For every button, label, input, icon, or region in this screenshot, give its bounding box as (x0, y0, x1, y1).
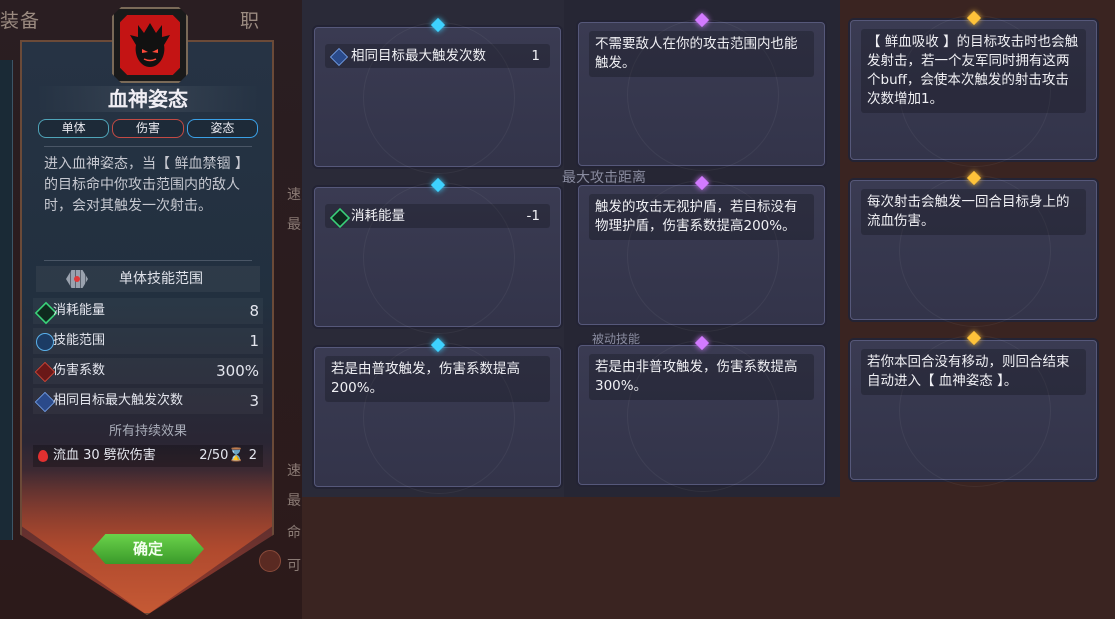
job-tab-label[interactable]: 职 (240, 6, 260, 33)
stat-label: 伤害系数 (53, 363, 106, 378)
card-text: 若你本回合没有移动，则回合结束自动进入【 血神姿态 】。 (861, 349, 1086, 395)
upgrade-card[interactable]: 若是由普攻触发，伤害系数提高200%。 (314, 337, 561, 494)
skill-portrait (112, 7, 188, 83)
range-label: 单体技能范围 (119, 271, 203, 287)
stat-row-range: 技能范围 1 (33, 328, 263, 354)
card-stat-value: -1 (526, 208, 540, 224)
scene-mid-label: 最大攻击距离 (562, 170, 646, 186)
multi-trigger-icon (329, 47, 349, 67)
card-text: 不需要敌人在你的攻击范围内也能触发。 (589, 31, 814, 77)
skill-description: 进入血神姿态，当【 鲜血禁锢 】的目标命中你攻击范围内的敌人时，会对其触发一次射… (44, 156, 249, 214)
energy-icon (329, 207, 351, 229)
card-stat: 相同目标最大触发次数 1 (325, 44, 550, 68)
effect-row-bleed[interactable]: 流血 30 劈砍伤害 2/50⌛ 2 (33, 445, 263, 467)
divider (44, 146, 252, 147)
scene-mid-label: 被动技能 (592, 332, 641, 346)
upgrade-card[interactable]: 触发的攻击无视护盾，若目标没有物理护盾，伤害系数提高200%。 (578, 175, 825, 332)
card-stat-value: 1 (531, 48, 540, 64)
scene-side-text: 速 (287, 187, 301, 203)
stat-row-multi-trigger: 相同目标最大触发次数 3 (33, 388, 263, 414)
scene-side-text: 最 (287, 493, 301, 509)
upgrade-card[interactable]: 不需要敌人在你的攻击范围内也能触发。 (578, 12, 825, 171)
effect-label: 流血 30 劈砍伤害 (53, 448, 156, 463)
card-text: 触发的攻击无视护盾，若目标没有物理护盾，伤害系数提高200%。 (589, 194, 814, 240)
divider (44, 260, 252, 261)
range-icon (36, 333, 54, 351)
stat-value: 3 (249, 392, 259, 410)
upgrade-card[interactable]: 相同目标最大触发次数 1 (314, 17, 561, 174)
skill-range-header: 单体技能范围 (36, 266, 260, 292)
tag-single-target: 单体 (38, 119, 110, 138)
card-text: 若是由普攻触发，伤害系数提高200%。 (325, 356, 550, 402)
card-text: 若是由非普攻触发，伤害系数提高300%。 (589, 354, 814, 400)
scene-side-text: 最 (287, 217, 301, 233)
tag-damage: 伤害 (112, 119, 184, 138)
skill-name: 血神姿态 (36, 86, 260, 112)
skill-portrait-icon (120, 15, 180, 75)
blood-drop-icon (38, 450, 48, 462)
stat-row-energy: 消耗能量 8 (33, 298, 263, 325)
stat-label: 消耗能量 (53, 303, 106, 318)
card-stat-label: 消耗能量 (351, 208, 405, 224)
stat-value: 300% (216, 362, 259, 380)
scene-status-icon (259, 550, 281, 572)
skill-tags: 单体 伤害 姿态 (38, 119, 258, 138)
upgrade-card[interactable]: 每次射击会触发一回合目标身上的流血伤害。 (850, 170, 1097, 327)
card-text: 【 鲜血吸收 】的目标攻击时也会触发射击，若一个友军同时拥有这两个buff，会使… (861, 29, 1086, 113)
upgrade-card[interactable]: 若是由非普攻触发，伤害系数提高300%。 (578, 335, 825, 492)
card-text: 每次射击会触发一回合目标身上的流血伤害。 (861, 189, 1086, 235)
effects-title: 所有持续效果 (108, 424, 187, 439)
upgrade-card[interactable]: 【 鲜血吸收 】的目标攻击时也会触发射击，若一个友军同时拥有这两个buff，会使… (850, 10, 1097, 167)
upgrade-card[interactable]: 消耗能量 -1 (314, 177, 561, 334)
scene-side-text: 可 (287, 558, 301, 574)
stat-label: 技能范围 (53, 333, 106, 348)
equipment-tab-label[interactable]: 装备 (0, 6, 40, 33)
upgrade-card[interactable]: 若你本回合没有移动，则回合结束自动进入【 血神姿态 】。 (850, 330, 1097, 487)
stat-value: 8 (249, 302, 259, 320)
scene-side-text: 速 (287, 463, 301, 479)
confirm-button[interactable]: 确定 (92, 534, 204, 564)
stat-row-damage: 伤害系数 300% (33, 358, 263, 384)
card-stat: 消耗能量 -1 (325, 204, 550, 229)
effect-value: 2/50⌛ 2 (199, 448, 257, 463)
tag-stance: 姿态 (186, 119, 258, 138)
scene-side-text: 命 (287, 525, 301, 541)
card-stat-label: 相同目标最大触发次数 (351, 48, 486, 64)
stat-value: 1 (249, 332, 259, 350)
range-grid-icon (66, 270, 88, 288)
scene-left-strip (0, 60, 13, 540)
stat-label: 相同目标最大触发次数 (53, 393, 184, 408)
